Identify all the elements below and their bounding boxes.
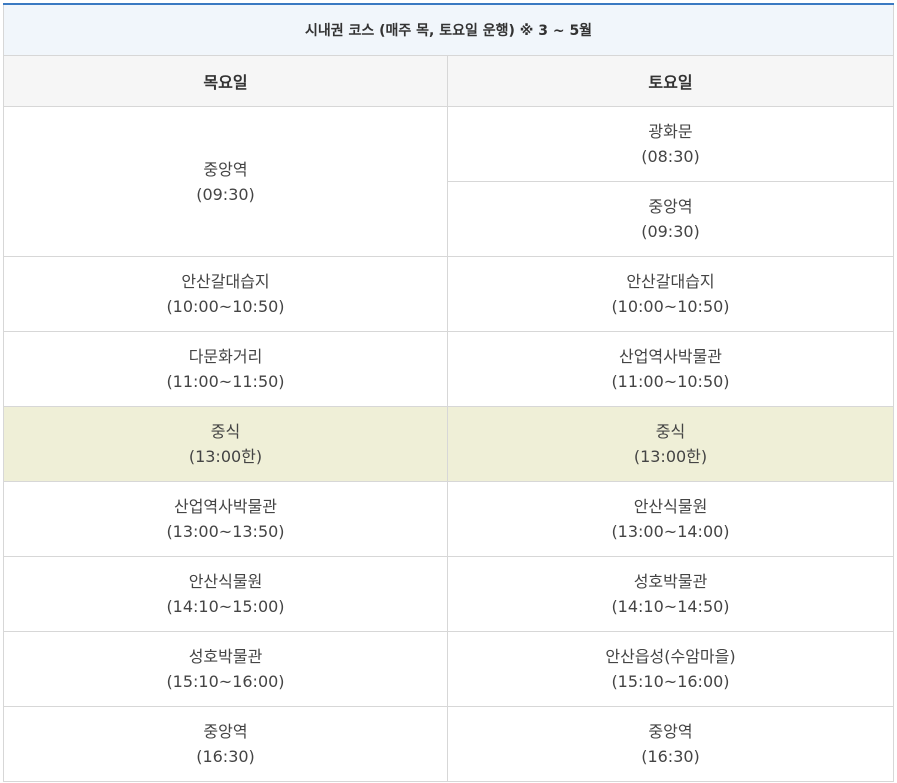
- saturday-cell: 산업역사박물관 (11:00~10:50): [447, 331, 894, 407]
- place-name: 안산갈대습지: [181, 272, 270, 291]
- place-name: 중식: [655, 422, 686, 441]
- place-name: 다문화거리: [188, 347, 263, 366]
- table-title: 시내권 코스 (매주 목, 토요일 운행) ※ 3 ~ 5월: [3, 3, 894, 56]
- place-name: 산업역사박물관: [618, 347, 723, 366]
- place-name: 중앙역: [203, 159, 248, 179]
- time-range: (13:00한): [188, 447, 263, 466]
- header-row: 목요일 토요일: [3, 55, 894, 107]
- time-range: (09:30): [641, 222, 700, 241]
- place-name: 중앙역: [648, 197, 693, 216]
- table-row: 산업역사박물관 (13:00~13:50) 안산식물원 (13:00~14:00…: [3, 481, 894, 557]
- time-range: (15:10~16:00): [166, 672, 285, 691]
- table-row: 중앙역 (09:30) 광화문 (08:30): [3, 106, 894, 257]
- place-name: 광화문: [648, 122, 693, 141]
- place-name: 안산읍성(수암마을): [605, 647, 736, 666]
- place-name: 안산식물원: [633, 497, 708, 516]
- time-range: (10:00~10:50): [611, 297, 730, 316]
- time-range: (15:10~16:00): [611, 672, 730, 691]
- place-name: 성호박물관: [633, 572, 708, 591]
- place-name: 중앙역: [648, 722, 693, 741]
- place-name: 안산식물원: [188, 572, 263, 591]
- time-range: (14:10~15:00): [166, 597, 285, 616]
- thursday-cell: 안산식물원 (14:10~15:00): [3, 556, 448, 632]
- thursday-cell: 중식 (13:00한): [3, 406, 448, 482]
- time-range: (11:00~11:50): [166, 372, 285, 391]
- title-row: 시내권 코스 (매주 목, 토요일 운행) ※ 3 ~ 5월: [3, 3, 894, 56]
- saturday-cell: 중식 (13:00한): [447, 406, 894, 482]
- time-range: (13:00한): [633, 447, 708, 466]
- saturday-cell: 중앙역 (09:30): [447, 181, 894, 257]
- saturday-cell: 광화문 (08:30): [447, 106, 894, 182]
- time-range: (11:00~10:50): [611, 372, 730, 391]
- thursday-cell: 중앙역 (16:30): [3, 706, 448, 782]
- table-row: 안산식물원 (14:10~15:00) 성호박물관 (14:10~14:50): [3, 556, 894, 632]
- thursday-cell: 산업역사박물관 (13:00~13:50): [3, 481, 448, 557]
- place-name: 중식: [210, 422, 241, 441]
- place-name: 성호박물관: [188, 647, 263, 666]
- thursday-cell: 성호박물관 (15:10~16:00): [3, 631, 448, 707]
- saturday-cell: 안산식물원 (13:00~14:00): [447, 481, 894, 557]
- table-row: 다문화거리 (11:00~11:50) 산업역사박물관 (11:00~10:50…: [3, 331, 894, 407]
- thursday-cell: 다문화거리 (11:00~11:50): [3, 331, 448, 407]
- time-range: (13:00~13:50): [166, 522, 285, 541]
- saturday-cell: 안산갈대습지 (10:00~10:50): [447, 256, 894, 332]
- time-range: (10:00~10:50): [166, 297, 285, 316]
- saturday-cell: 성호박물관 (14:10~14:50): [447, 556, 894, 632]
- table-row: 안산갈대습지 (10:00~10:50) 안산갈대습지 (10:00~10:50…: [3, 256, 894, 332]
- lunch-row: 중식 (13:00한) 중식 (13:00한): [3, 406, 894, 482]
- time-range: (13:00~14:00): [611, 522, 730, 541]
- time-range: (08:30): [641, 147, 700, 166]
- saturday-cell: 안산읍성(수암마을) (15:10~16:00): [447, 631, 894, 707]
- schedule-table: 시내권 코스 (매주 목, 토요일 운행) ※ 3 ~ 5월 목요일 토요일 중…: [3, 3, 894, 782]
- thursday-cell: 중앙역 (09:30): [3, 106, 448, 257]
- place-name: 산업역사박물관: [173, 497, 278, 516]
- time-range: (16:30): [641, 747, 700, 766]
- saturday-cell: 중앙역 (16:30): [447, 706, 894, 782]
- place-name: 중앙역: [203, 722, 248, 741]
- table-row: 중앙역 (16:30) 중앙역 (16:30): [3, 706, 894, 782]
- thursday-cell: 안산갈대습지 (10:00~10:50): [3, 256, 448, 332]
- column-header-saturday: 토요일: [447, 55, 894, 107]
- place-name: 안산갈대습지: [626, 272, 715, 291]
- time-range: (16:30): [196, 747, 255, 766]
- table-row: 성호박물관 (15:10~16:00) 안산읍성(수암마을) (15:10~16…: [3, 631, 894, 707]
- time-range: (09:30): [196, 184, 255, 204]
- column-header-thursday: 목요일: [3, 55, 448, 107]
- time-range: (14:10~14:50): [611, 597, 730, 616]
